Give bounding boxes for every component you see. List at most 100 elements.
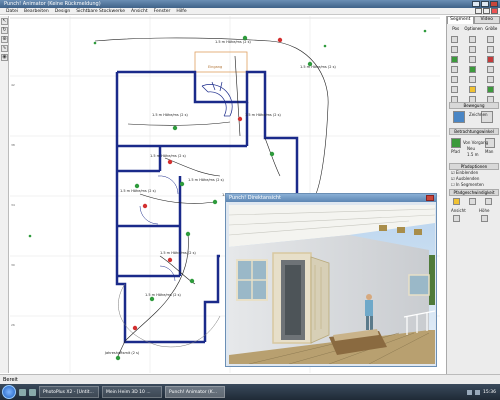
- hoehe-label: Höhe: [479, 208, 490, 213]
- option-button-6[interactable]: [469, 86, 476, 93]
- tab-segment[interactable]: Segment: [447, 16, 474, 24]
- path-marker[interactable]: [323, 44, 327, 48]
- speed-fast-button[interactable]: [485, 198, 492, 205]
- size-button-1[interactable]: [487, 36, 494, 43]
- path-marker[interactable]: [142, 203, 148, 209]
- clock[interactable]: 15:36: [483, 390, 496, 395]
- maximize-button[interactable]: [481, 1, 489, 7]
- menu-hilfe[interactable]: Hilfe: [176, 9, 186, 14]
- menu-fenster[interactable]: Fenster: [154, 9, 171, 14]
- title-bar: Punch! Animator (Keine Rückmeldung): [0, 0, 500, 8]
- path-marker[interactable]: [237, 116, 243, 122]
- menu-bearbeiten[interactable]: Bearbeiten: [24, 9, 49, 14]
- option-button-3[interactable]: [469, 56, 476, 63]
- height-button[interactable]: [481, 215, 488, 222]
- man-label: Man: [485, 149, 494, 154]
- window-title: Punch! Animator (Keine Rückmeldung): [4, 1, 101, 7]
- rotate-tool-icon[interactable]: ↻: [1, 27, 8, 34]
- add-segment-button[interactable]: [451, 36, 458, 43]
- path-button[interactable]: [451, 138, 461, 148]
- path-marker[interactable]: [269, 151, 275, 157]
- left-ruler: 42 38 34 30 26: [11, 83, 15, 327]
- menu-bar: Datei Bearbeiten Design Sichtbare Stockw…: [0, 8, 500, 15]
- svg-text:34: 34: [11, 203, 15, 207]
- tray-icon[interactable]: [475, 389, 481, 395]
- play-button[interactable]: [451, 56, 458, 63]
- minimize-button[interactable]: [472, 1, 480, 7]
- menu-ansicht[interactable]: Ansicht: [131, 9, 148, 14]
- path-marker[interactable]: [423, 29, 427, 33]
- section-camera: Betrachtungswinkel: [449, 128, 499, 135]
- tab-video[interactable]: Video: [473, 16, 500, 24]
- rewind-button[interactable]: [451, 86, 458, 93]
- status-bar: Bereit: [0, 374, 500, 384]
- checkbox-segmente[interactable]: ☐ In Segmenten: [451, 182, 484, 187]
- direct-view-close-button[interactable]: [426, 195, 434, 201]
- svg-text:42: 42: [11, 83, 15, 87]
- path-label: 1.5 m Höhe/ms (2 s): [188, 178, 224, 182]
- remove-segment-button[interactable]: [451, 46, 458, 53]
- rendered-3d-view[interactable]: [229, 205, 435, 364]
- mdi-minimize-button[interactable]: [475, 8, 482, 14]
- option-button-5[interactable]: [469, 76, 476, 83]
- speed-normal-button[interactable]: [469, 198, 476, 205]
- path-marker[interactable]: [28, 234, 32, 238]
- move-tool-button[interactable]: [451, 66, 458, 73]
- direct-view-window[interactable]: Punch! Direktansicht: [225, 193, 437, 367]
- path-marker[interactable]: [134, 183, 140, 189]
- option-button-4[interactable]: [469, 66, 476, 73]
- path-label: 1.5 m Höhe/ms (2 s): [300, 65, 336, 69]
- zoom-tool-icon[interactable]: ⊕: [1, 36, 8, 43]
- path-marker[interactable]: [185, 231, 191, 237]
- checkbox-ausblenden[interactable]: ☑ Ausblenden: [451, 176, 479, 181]
- section-camera-label: Betrachtungswinkel: [454, 129, 494, 134]
- speed-slow-button[interactable]: [453, 198, 460, 205]
- path-start-marker[interactable]: [115, 355, 121, 361]
- option-button-2[interactable]: [469, 46, 476, 53]
- path-marker[interactable]: [172, 125, 178, 131]
- size-button-4[interactable]: [487, 66, 494, 73]
- mdi-restore-button[interactable]: [483, 8, 490, 14]
- checkbox-segmente-label: In Segmenten: [455, 182, 484, 187]
- view-button[interactable]: [453, 215, 460, 222]
- section-pfadoptionen: Pfadoptionen: [449, 163, 499, 170]
- option-button-1[interactable]: [469, 36, 476, 43]
- size-button-3[interactable]: [487, 56, 494, 63]
- task-photoplus[interactable]: PhotoPlus X2 - [Untit...: [39, 386, 99, 398]
- mdi-close-button[interactable]: [491, 8, 498, 14]
- task-punch-animator[interactable]: Punch! Animator (K...: [165, 386, 225, 398]
- path-marker[interactable]: [277, 37, 283, 43]
- path-marker[interactable]: [212, 199, 218, 205]
- camera-tool-icon[interactable]: ◉: [1, 54, 8, 61]
- size-button-5[interactable]: [487, 76, 494, 83]
- menu-design[interactable]: Design: [55, 9, 71, 14]
- start-button[interactable]: [2, 385, 16, 399]
- close-button[interactable]: [490, 1, 498, 7]
- path-label: 1.5 m Höhe/ms (2 s): [152, 113, 188, 117]
- checkbox-einblenden[interactable]: ☑ Einblenden: [451, 170, 478, 175]
- walk-mode-button[interactable]: [453, 111, 465, 123]
- svg-text:30: 30: [11, 263, 15, 267]
- path-marker[interactable]: [167, 159, 173, 165]
- path-marker[interactable]: [189, 278, 195, 284]
- path-marker[interactable]: [167, 257, 173, 263]
- path-marker[interactable]: [179, 181, 185, 187]
- left-toolbar: ↖ ↻ ⊕ ∿ ◉: [0, 16, 9, 373]
- task-mein-heim[interactable]: Mein Heim 3D 10 ...: [102, 386, 162, 398]
- path-tool-icon[interactable]: ∿: [1, 45, 8, 52]
- menu-datei[interactable]: Datei: [6, 9, 18, 14]
- path-marker[interactable]: [132, 325, 138, 331]
- pfad-label: Pfad: [451, 149, 460, 154]
- quicklaunch-icon[interactable]: [29, 388, 36, 396]
- size-button-2[interactable]: [487, 46, 494, 53]
- path-marker[interactable]: [93, 41, 97, 45]
- quicklaunch-icon[interactable]: [19, 388, 26, 396]
- ansicht-label: Ansicht: [451, 208, 466, 213]
- tray-icon[interactable]: [467, 389, 473, 395]
- path-marker[interactable]: [149, 296, 155, 302]
- rotate-tool-button[interactable]: [451, 76, 458, 83]
- window-controls: [472, 1, 498, 7]
- size-button-6[interactable]: [487, 86, 494, 93]
- select-tool-icon[interactable]: ↖: [1, 18, 8, 25]
- menu-sichtbare-stockwerke[interactable]: Sichtbare Stockwerke: [76, 9, 125, 14]
